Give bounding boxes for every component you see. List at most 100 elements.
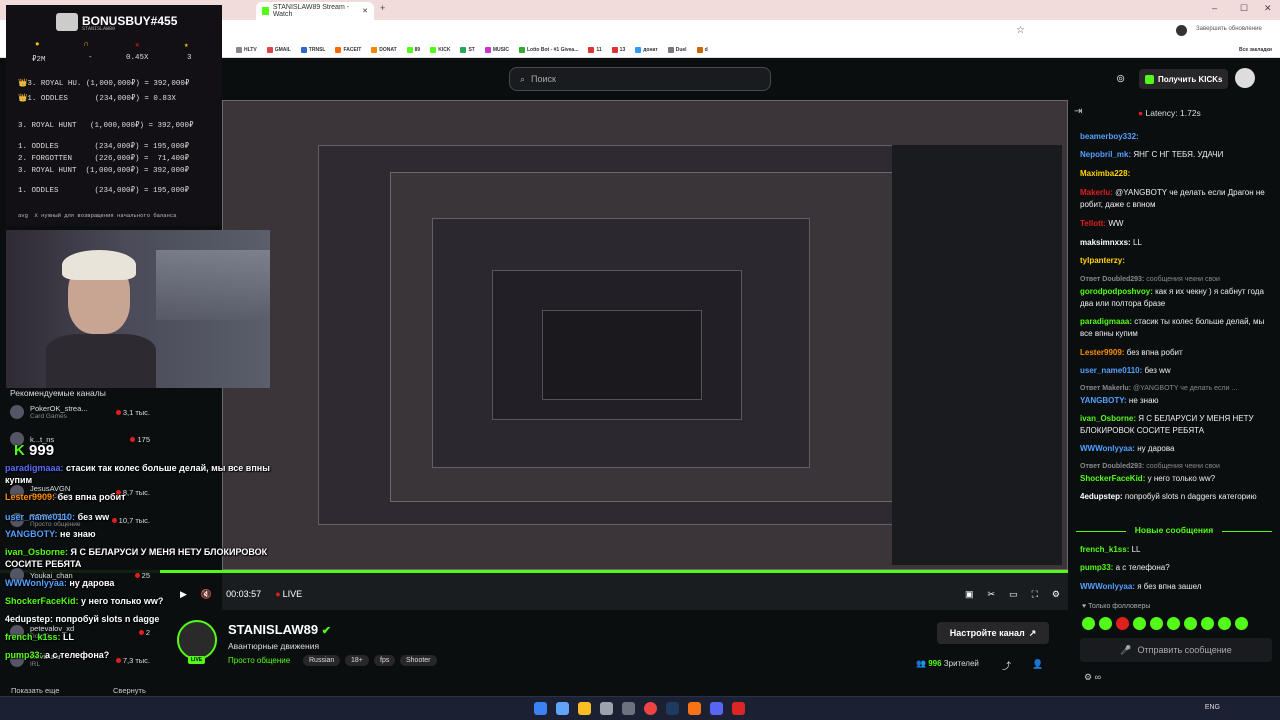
collapse-chat-icon[interactable]: ⇥ (1074, 106, 1082, 117)
tag-18plus[interactable]: 18+ (345, 655, 369, 666)
search-input[interactable]: ⌕ Поиск (509, 67, 771, 91)
chat-username[interactable]: WWWonlyyaa: (1080, 582, 1135, 591)
chat-message[interactable]: ShockerFaceKid: у него только ww? (1080, 473, 1274, 485)
bookmark-6[interactable]: KICK (430, 46, 450, 53)
chat-message[interactable]: beamerboy332: (1080, 131, 1274, 143)
chat-username[interactable]: pump33: (1080, 563, 1113, 572)
bookmark-1[interactable]: GMAIL (266, 46, 291, 53)
emote-icon[interactable] (1218, 617, 1231, 630)
chat-username[interactable]: Ответ Makerlu: (1080, 385, 1131, 392)
chat-message[interactable]: Maximba228: (1080, 168, 1274, 180)
chat-username[interactable]: Tellott: (1080, 219, 1106, 228)
bookmark-9[interactable]: Lotto Bot - #1 Givea... (518, 46, 578, 53)
chat-username[interactable]: WWWonlyyaa: (1080, 444, 1135, 453)
chat-username[interactable]: Ответ Doubled293: (1080, 276, 1144, 283)
chat-message[interactable]: Ответ Makerlu: @YANGBOTY че делать если … (1080, 383, 1274, 395)
settings-gear-icon[interactable]: ⚙ (1052, 589, 1060, 600)
update-button[interactable]: Завершить обновление (1196, 26, 1262, 32)
emote-icon[interactable] (1116, 617, 1129, 630)
bookmark-13[interactable]: Duel (667, 46, 687, 53)
chat-username[interactable]: paradigmaaa: (1080, 317, 1132, 326)
chat-message[interactable]: french_k1ss: LL (1080, 544, 1274, 556)
chat-message[interactable]: WWWonlyyaa: я без впна зашел (1080, 581, 1274, 593)
start-icon[interactable] (534, 702, 547, 715)
chat-input[interactable]: 🎤 Отправить сообщение (1080, 638, 1272, 662)
chat-username[interactable]: Nepobril_mk: (1080, 150, 1131, 159)
video-player[interactable] (222, 100, 1068, 610)
tab-active[interactable]: STANISLAW89 Stream - Watch ✕ (256, 2, 374, 20)
tag-russian[interactable]: Russian (303, 655, 341, 666)
play-icon[interactable]: ▶ (180, 589, 187, 600)
chat-message[interactable]: pump33: а с телефона? (1080, 562, 1274, 574)
theater-icon[interactable]: ▭ (1009, 589, 1018, 600)
emote-icon[interactable] (1082, 617, 1095, 630)
share-icon[interactable]: ⤴ (1002, 659, 1011, 672)
close-tab-icon[interactable]: ✕ (362, 7, 368, 15)
bookmark-10[interactable]: 11 (588, 46, 602, 53)
chat-message[interactable]: gorodpodposhvoy: как я их чекну ) я сабн… (1080, 286, 1274, 310)
chat-settings-icon[interactable]: ⚙ ∞ (1084, 672, 1101, 683)
emote-icon[interactable] (1167, 617, 1180, 630)
chat-message[interactable]: ivan_Osborne: Я С БЕЛАРУСИ У МЕНЯ НЕТУ Б… (1080, 413, 1274, 437)
chat-message[interactable]: YANGBOTY: не знаю (1080, 395, 1274, 407)
emote-icon[interactable] (1201, 617, 1214, 630)
system-tray-lang[interactable]: ENG (1205, 704, 1220, 711)
chat-username[interactable]: tylpanterzy: (1080, 256, 1125, 265)
chat-message[interactable]: Tellott: WW (1080, 218, 1274, 230)
chat-username[interactable]: YANGBOTY: (1080, 396, 1127, 405)
obs-icon[interactable] (622, 702, 635, 715)
close-window-icon[interactable]: ✕ (1264, 3, 1272, 14)
chat-username[interactable]: Lester9909: (1080, 348, 1124, 357)
bookmark-12[interactable]: донат (635, 46, 658, 53)
show-more-link[interactable]: Показать еще (11, 686, 59, 695)
discord-icon[interactable] (710, 702, 723, 715)
pip-icon[interactable]: ▣ (965, 589, 974, 600)
setup-channel-button[interactable]: Настройте канал ↗ (937, 622, 1049, 644)
widgets-icon[interactable] (556, 702, 569, 715)
emote-icon[interactable] (1133, 617, 1146, 630)
chat-username[interactable]: Maximba228: (1080, 169, 1130, 178)
chat-message[interactable]: WWWonlyyaa: ну дарова (1080, 443, 1274, 455)
mute-icon[interactable]: 🔇 (201, 589, 212, 600)
chat-username[interactable]: gorodpodposhvoy: (1080, 287, 1153, 296)
steam-icon[interactable] (666, 702, 679, 715)
clip-icon[interactable]: ✂ (988, 589, 996, 600)
explorer-icon[interactable] (578, 702, 591, 715)
chrome-icon[interactable] (644, 702, 657, 715)
profile-avatar[interactable] (1176, 25, 1187, 36)
emote-icon[interactable] (1235, 617, 1248, 630)
bookmark-5[interactable]: 89 (406, 46, 420, 53)
chat-username[interactable]: maksimnxxs: (1080, 238, 1131, 247)
chat-message[interactable]: Makerlu: @YANGBOTY че делать если Драгон… (1080, 187, 1274, 211)
chat-message[interactable]: Ответ Doubled293: сообщения чекни свои (1080, 274, 1274, 286)
channel-avatar[interactable] (177, 620, 217, 660)
chat-message[interactable]: paradigmaaa: стасик ты колес больше дела… (1080, 316, 1274, 340)
chat-message[interactable]: Ответ Doubled293: сообщения чекни свои (1080, 461, 1274, 473)
chat-message[interactable]: Lester9909: без впна робит (1080, 347, 1274, 359)
bookmark-11[interactable]: 13 (611, 46, 625, 53)
follow-user-icon[interactable]: 👤 (1032, 659, 1043, 670)
stream-progress-bar[interactable] (0, 570, 1068, 573)
user-avatar[interactable] (1235, 68, 1255, 88)
chat-message[interactable]: tylpanterzy: (1080, 255, 1274, 267)
chat-message[interactable]: user_name0110: без ww (1080, 365, 1274, 377)
sidebar-channel-0[interactable]: PokerOK_strea... Card Games 3,1 тыс. (10, 404, 150, 420)
all-bookmarks[interactable]: Все закладки (1239, 47, 1272, 53)
chat-username[interactable]: ivan_Osborne: (1080, 414, 1136, 423)
calculator-icon[interactable] (600, 702, 613, 715)
bookmark-2[interactable]: TRNSL (300, 46, 325, 53)
emote-icon[interactable] (1150, 617, 1163, 630)
stream-category-link[interactable]: Просто общение (228, 656, 290, 665)
bookmark-7[interactable]: ST (460, 46, 475, 53)
star-icon[interactable]: ☆ (1016, 25, 1025, 36)
get-kicks-button[interactable]: Получить KICKs (1139, 69, 1228, 89)
paint-icon[interactable] (688, 702, 701, 715)
emote-icon[interactable] (1184, 617, 1197, 630)
emote-icon[interactable] (1099, 617, 1112, 630)
tag-fps[interactable]: fps (374, 655, 396, 666)
chat-username[interactable]: Ответ Doubled293: (1080, 463, 1144, 470)
new-tab-icon[interactable]: + (380, 3, 385, 13)
maximize-icon[interactable]: ☐ (1240, 3, 1248, 14)
bookmark-14[interactable]: d (696, 46, 708, 53)
chat-username[interactable]: ShockerFaceKid: (1080, 474, 1145, 483)
